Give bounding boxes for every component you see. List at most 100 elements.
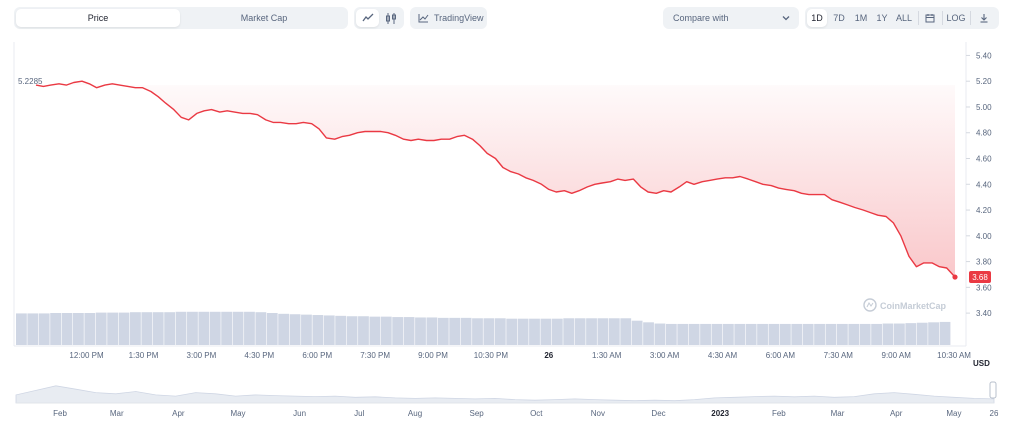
volume-bar xyxy=(825,323,837,345)
navigator-handle xyxy=(989,381,997,399)
x-tick-label: 3:00 PM xyxy=(187,351,217,360)
volume-bar xyxy=(244,311,255,345)
last-price-label: 3.68 xyxy=(972,273,988,282)
y-tick-label: 5.00 xyxy=(976,103,992,112)
volume-bar xyxy=(472,318,483,345)
y-tick-label: 5.40 xyxy=(976,51,992,60)
volume-bar xyxy=(152,312,164,345)
volume-bar xyxy=(95,312,107,345)
volume-bar xyxy=(586,318,597,345)
x-tick-label: 4:30 AM xyxy=(708,351,738,360)
volume-bar xyxy=(437,317,449,345)
y-tick-label: 3.60 xyxy=(976,283,992,292)
navigator-label: Apr xyxy=(172,409,185,418)
volume-bar xyxy=(928,322,939,345)
y-tick-label: 4.80 xyxy=(976,129,992,138)
volume-bar xyxy=(187,311,198,345)
volume-bar xyxy=(574,318,586,345)
volume-bar xyxy=(608,318,620,345)
volume-bar xyxy=(768,323,780,345)
x-tick-label: 10:30 PM xyxy=(474,351,509,360)
last-price-dot xyxy=(952,274,958,280)
volume-bar xyxy=(255,312,267,345)
volume-bar xyxy=(232,311,244,345)
volume-bar xyxy=(563,318,575,345)
y-tick-label: 4.40 xyxy=(976,180,992,189)
navigator-label: Mar xyxy=(831,409,845,418)
navigator-area xyxy=(15,385,995,404)
volume-bar xyxy=(164,312,176,345)
volume-bar xyxy=(791,323,803,345)
volume-bar xyxy=(654,323,666,345)
volume-bar xyxy=(380,316,392,345)
volume-bar xyxy=(312,315,324,345)
currency-label: USD xyxy=(973,359,990,368)
open-price-label: 5.2285 xyxy=(18,77,43,86)
volume-bar xyxy=(905,323,917,345)
x-tick-label: 3:00 AM xyxy=(650,351,680,360)
volume-bar xyxy=(84,313,96,345)
x-tick-label: 9:00 PM xyxy=(418,351,448,360)
volume-bar xyxy=(551,318,563,345)
volume-bar xyxy=(61,313,73,345)
navigator-label: Aug xyxy=(408,409,422,418)
y-tick-label: 5.20 xyxy=(976,77,992,86)
volume-bar xyxy=(814,323,825,345)
x-tick-label: 1:30 PM xyxy=(129,351,159,360)
volume-bar xyxy=(346,316,358,345)
volume-bar xyxy=(415,317,426,345)
volume-bar xyxy=(517,318,529,345)
x-tick-label: 10:30 AM xyxy=(937,351,971,360)
volume-bar xyxy=(700,323,711,345)
volume-bar xyxy=(757,323,768,345)
volume-bar xyxy=(882,323,894,345)
x-tick-label: 4:30 PM xyxy=(244,351,274,360)
navigator-label: Dec xyxy=(651,409,665,418)
volume-bar xyxy=(107,312,119,345)
volume-bar xyxy=(734,323,746,345)
volume-bar xyxy=(494,318,506,345)
x-tick-label: 9:00 AM xyxy=(882,351,912,360)
volume-bar xyxy=(27,313,39,345)
volume-bar xyxy=(38,313,50,345)
volume-bar xyxy=(278,313,290,345)
y-tick-label: 3.80 xyxy=(976,258,992,267)
volume-bar xyxy=(722,323,734,345)
volume-bar xyxy=(449,317,461,345)
volume-bar xyxy=(916,322,928,345)
volume-bar xyxy=(779,323,791,345)
volume-bar xyxy=(73,313,84,345)
volume-bar xyxy=(323,315,335,345)
navigator-label: Mar xyxy=(110,409,124,418)
volume-bar xyxy=(426,317,438,345)
volume-bar xyxy=(358,316,369,345)
volume-bar xyxy=(506,318,518,345)
volume-bar xyxy=(221,311,233,345)
x-axis: 12:00 PM 1:30 PM 3:00 PM 4:30 PM 6:00 PM 7:30… xyxy=(69,351,971,360)
volume-bar xyxy=(643,322,654,345)
navigator-label: Jul xyxy=(354,409,364,418)
volume-bar xyxy=(802,323,814,345)
volume-bar xyxy=(677,323,689,345)
volume-bar xyxy=(369,316,381,345)
navigator-label: May xyxy=(946,409,961,418)
coinmarketcap-logo-mark xyxy=(866,302,874,308)
volume-bar xyxy=(266,313,278,345)
volume-bar xyxy=(939,321,951,345)
y-tick-label: 4.00 xyxy=(976,232,992,241)
volume-bar xyxy=(335,315,347,345)
volume-bar xyxy=(745,323,757,345)
volume-bar xyxy=(848,323,860,345)
navigator-label: 2023 xyxy=(711,409,729,418)
volume-bar xyxy=(597,318,609,345)
volume-bar xyxy=(859,323,871,345)
navigator-label: Apr xyxy=(890,409,903,418)
volume-bar xyxy=(198,311,210,345)
volume-bar xyxy=(16,313,27,345)
volume-bar xyxy=(893,323,905,345)
navigator-label: May xyxy=(230,409,245,418)
volume-bar xyxy=(871,323,882,345)
volume-bars xyxy=(16,311,951,345)
volume-bar xyxy=(118,312,130,345)
y-tick-label: 3.40 xyxy=(976,309,992,318)
